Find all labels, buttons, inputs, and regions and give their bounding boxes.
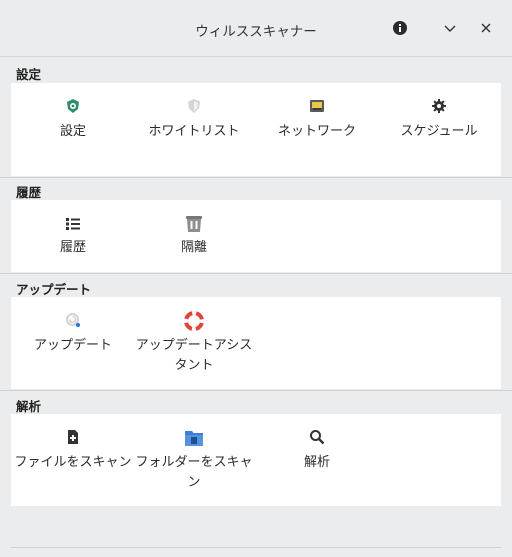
network-port-icon [310, 100, 324, 112]
divider [0, 390, 512, 391]
scan-folder-item-label: フォルダーをスキャン [135, 455, 253, 490]
whitelist-shield-icon [188, 99, 200, 113]
update-item-label: アップデート [33, 338, 112, 353]
analysis-item-label: 解析 [303, 455, 330, 470]
scan-file-item-label: ファイルをスキャン [14, 455, 132, 470]
close-button[interactable] [476, 18, 496, 38]
info-icon [393, 21, 407, 35]
divider [11, 547, 501, 548]
divider [0, 177, 512, 178]
update-assistant-item-label: アップデートアシスタント [135, 338, 253, 373]
info-button[interactable] [390, 18, 410, 38]
whitelist-item-label: ホワイトリスト [148, 124, 240, 139]
window-title: ウィルススキャナー [195, 24, 317, 40]
lifebuoy-icon [184, 311, 204, 331]
list-icon [66, 218, 80, 230]
section-label-history: 履歴 [16, 185, 42, 200]
minimize-button[interactable] [440, 18, 460, 38]
settings-item-label: 設定 [59, 124, 86, 139]
shield-gear-icon [67, 99, 79, 113]
section-label-update: アップデート [16, 282, 92, 297]
history-panel: 履歴 隔離 [11, 200, 501, 272]
schedule-item-label: スケジュール [400, 124, 478, 139]
file-add-icon [68, 430, 78, 444]
analysis-panel: ファイルをスキャン フォルダーをスキャン 解析 [11, 414, 501, 506]
close-icon [481, 23, 491, 33]
folder-icon [185, 431, 203, 446]
section-label-settings: 設定 [16, 67, 42, 82]
search-icon [310, 430, 325, 445]
gear-icon [432, 99, 446, 113]
title-bar: ウィルススキャナー [0, 0, 512, 57]
section-label-analysis: 解析 [16, 399, 42, 414]
network-item-label: ネットワーク [277, 124, 356, 139]
chevron-down-icon [444, 25, 456, 32]
update-icon [66, 313, 80, 327]
trash-bin-icon [186, 216, 202, 232]
divider [0, 273, 512, 274]
history-item-label: 履歴 [59, 240, 86, 255]
update-panel: アップデート アップデートアシスタント [11, 297, 501, 389]
settings-panel: 設定 ホワイトリスト ネットワーク スケジュール [11, 83, 501, 176]
quarantine-item-label: 隔離 [180, 240, 207, 255]
